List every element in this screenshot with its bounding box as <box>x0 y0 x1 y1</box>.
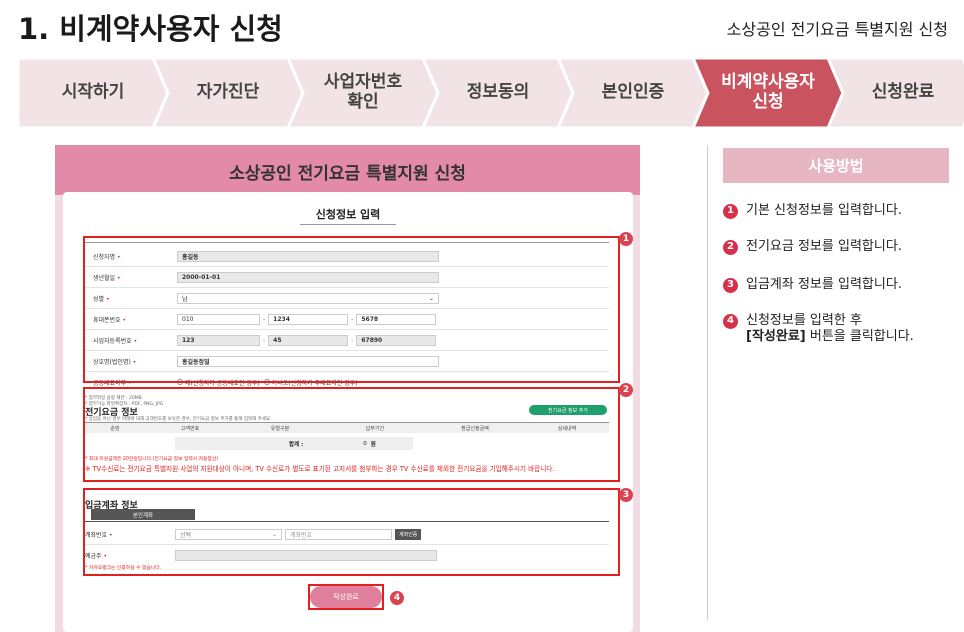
howto-item-1: 1 기본 신청정보를 입력합니다. <box>723 203 902 219</box>
step-number-badge: 3 <box>723 278 738 293</box>
step-6: 비계약사용자 신청 <box>693 58 843 128</box>
step-label: 정보동의 <box>466 82 530 103</box>
page-subtitle: 소상공인 전기요금 특별지원 신청 <box>726 20 948 39</box>
howto-item-4: 4 신청정보를 입력한 후 [작성완료] 버튼을 클릭합니다. <box>723 313 914 346</box>
page-title: 1. 비계약사용자 신청 <box>18 12 283 46</box>
marker-1: 1 <box>619 232 633 246</box>
highlight-box-1 <box>83 236 620 383</box>
step-progress-bar: 시작하기 자가진단 사업자번호 확인 정보동의 본인인증 비계약사용자 신청 신청완료 <box>18 58 964 128</box>
step-number-badge: 1 <box>723 204 738 219</box>
step-number-badge: 2 <box>723 240 738 255</box>
step-1: 시작하기 <box>18 58 168 128</box>
step-label: 사업자번호 확인 <box>323 72 403 112</box>
highlight-box-4 <box>308 584 384 610</box>
howto-item-rest: 버튼을 클릭합니다. <box>805 329 914 345</box>
form-card-title: 신청정보 입력 <box>315 208 381 221</box>
howto-title: 사용방법 <box>723 148 949 183</box>
form-header-banner: 소상공인 전기요금 특별지원 신청 <box>55 145 640 195</box>
highlight-box-3 <box>83 488 620 576</box>
highlight-box-2 <box>83 387 620 482</box>
step-2: 자가진단 <box>153 58 303 128</box>
howto-item-text: 신청정보를 입력한 후 <box>746 313 862 328</box>
step-5: 본인인증 <box>558 58 708 128</box>
step-7: 신청완료 <box>828 58 964 128</box>
marker-2: 2 <box>619 383 633 397</box>
howto-item-3: 3 입금계좌 정보를 입력합니다. <box>723 277 902 293</box>
marker-4: 4 <box>390 591 404 605</box>
howto-item-text: 전기요금 정보를 입력합니다. <box>746 239 902 254</box>
step-number-badge: 4 <box>723 314 738 329</box>
howto-item-text-block: 신청정보를 입력한 후 [작성완료] 버튼을 클릭합니다. <box>746 313 914 346</box>
vertical-divider <box>707 145 708 620</box>
step-4: 정보동의 <box>423 58 573 128</box>
form-screenshot: 소상공인 전기요금 특별지원 신청 신청정보 입력 신청자명 • 홍길동 생년월… <box>55 145 640 632</box>
step-label: 신청완료 <box>871 82 935 103</box>
howto-item-2: 2 전기요금 정보를 입력합니다. <box>723 239 902 255</box>
step-3: 사업자번호 확인 <box>288 58 438 128</box>
step-label: 비계약사용자 신청 <box>721 72 815 112</box>
card-title-underline <box>300 224 396 225</box>
marker-3: 3 <box>619 488 633 502</box>
howto-item-text: 기본 신청정보를 입력합니다. <box>746 203 902 218</box>
step-label: 자가진단 <box>196 82 260 103</box>
step-label: 본인인증 <box>601 82 665 103</box>
step-label: 시작하기 <box>61 82 125 103</box>
howto-item-bold: [작성완료] <box>746 329 806 345</box>
form-header-title: 소상공인 전기요금 특별지원 신청 <box>229 164 466 184</box>
howto-item-text: 입금계좌 정보를 입력합니다. <box>746 277 902 292</box>
